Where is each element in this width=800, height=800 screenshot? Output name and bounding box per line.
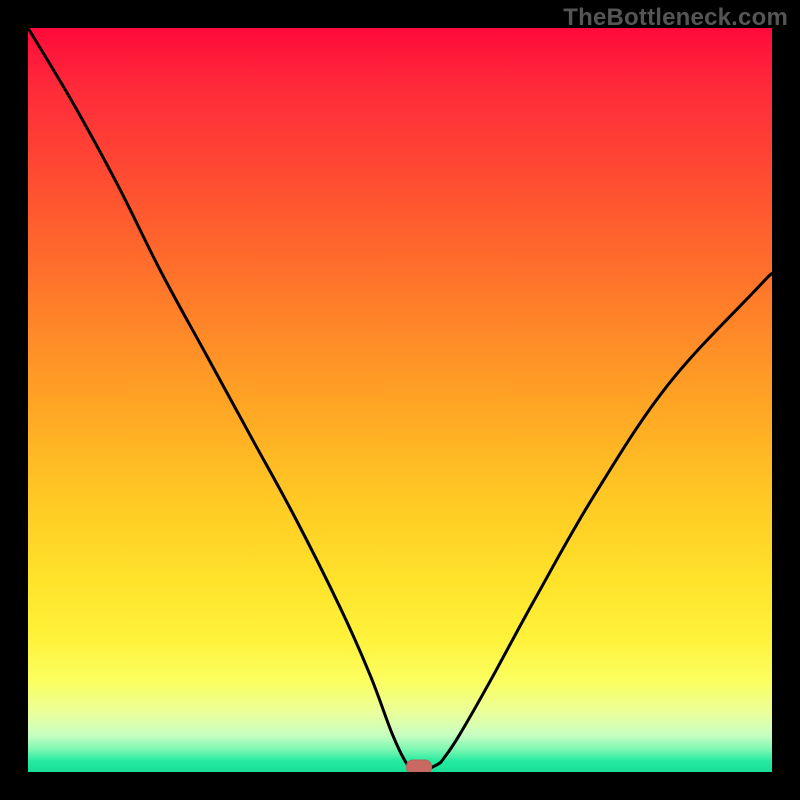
watermark-text: TheBottleneck.com: [563, 4, 788, 32]
optimal-point-marker: [406, 760, 432, 773]
plot-area: [28, 28, 772, 772]
bottleneck-curve: [28, 28, 772, 772]
chart-frame: TheBottleneck.com: [0, 0, 800, 800]
